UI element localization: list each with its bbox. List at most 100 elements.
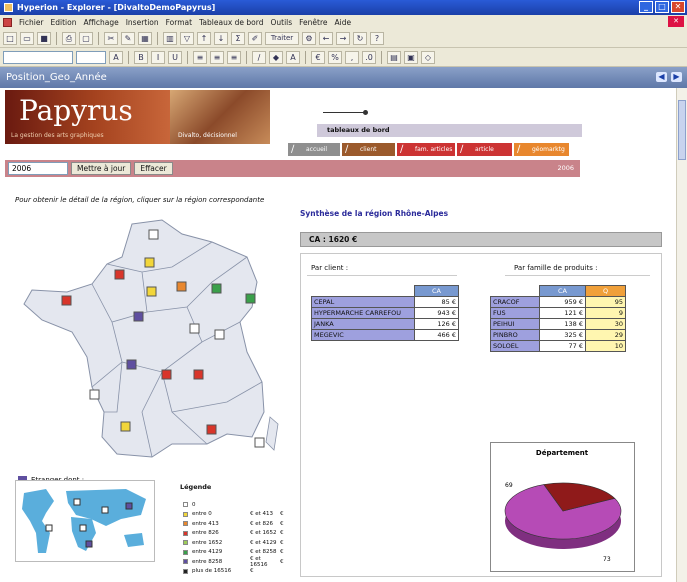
client-ca: 943 €: [414, 307, 459, 319]
region-marker[interactable]: [144, 257, 155, 268]
chart-icon[interactable]: ▥: [163, 31, 177, 45]
region-marker[interactable]: [114, 269, 125, 280]
table-row[interactable]: FUS 121 €9: [490, 307, 626, 319]
region-marker[interactable]: [206, 424, 217, 435]
menu-format[interactable]: Format: [166, 18, 192, 27]
close-button[interactable]: ✕: [671, 1, 685, 13]
next-section-icon[interactable]: ▶: [671, 72, 682, 82]
region-marker[interactable]: [254, 437, 265, 448]
country-marker[interactable]: [85, 540, 93, 548]
new-icon[interactable]: □: [3, 31, 17, 45]
maximize-button[interactable]: □: [655, 1, 669, 13]
traiter-button[interactable]: Traiter: [265, 31, 299, 45]
currency-icon[interactable]: €: [311, 50, 325, 64]
region-marker[interactable]: [176, 281, 187, 292]
layout-icon[interactable]: ▣: [404, 50, 418, 64]
underline-icon[interactable]: U: [168, 50, 182, 64]
back-icon[interactable]: ←: [319, 31, 333, 45]
sum-icon[interactable]: Σ: [231, 31, 245, 45]
pen-icon[interactable]: ✐: [248, 31, 262, 45]
country-marker[interactable]: [73, 498, 81, 506]
table-row[interactable]: MEGEVIC 466 €: [311, 329, 459, 341]
bold-icon[interactable]: B: [134, 50, 148, 64]
region-marker[interactable]: [161, 369, 172, 380]
menu-affichage[interactable]: Affichage: [83, 18, 118, 27]
filter-icon[interactable]: ▽: [180, 31, 194, 45]
previous-section-icon[interactable]: ◀: [656, 72, 667, 82]
region-marker[interactable]: [189, 323, 200, 334]
tab-article[interactable]: ∕ article: [457, 143, 512, 156]
tab-fam-articles[interactable]: ∕ fam. articles: [397, 143, 455, 156]
region-marker[interactable]: [146, 286, 157, 297]
update-button[interactable]: Mettre à jour: [71, 162, 132, 175]
save-icon[interactable]: ■: [37, 31, 51, 45]
region-marker[interactable]: [193, 369, 204, 380]
sort-asc-icon[interactable]: ↑: [197, 31, 211, 45]
menu-aide[interactable]: Aide: [335, 18, 352, 27]
menu-outils[interactable]: Outils: [270, 18, 292, 27]
table-row[interactable]: HYPERMARCHE CARREFOU 943 €: [311, 307, 459, 319]
region-marker[interactable]: [211, 283, 222, 294]
font-combo[interactable]: [3, 50, 73, 64]
line-color-icon[interactable]: ∕: [252, 50, 266, 64]
menu-fenetre[interactable]: Fenêtre: [299, 18, 327, 27]
italic-icon[interactable]: I: [151, 50, 165, 64]
country-marker[interactable]: [45, 524, 53, 532]
vertical-scrollbar[interactable]: [676, 88, 687, 582]
region-marker[interactable]: [214, 329, 225, 340]
region-marker[interactable]: [245, 293, 256, 304]
menu-insertion[interactable]: Insertion: [126, 18, 159, 27]
comma-icon[interactable]: ,: [345, 50, 359, 64]
family-qty: 9: [585, 307, 626, 319]
align-right-icon[interactable]: ≡: [227, 50, 241, 64]
table-row[interactable]: JANKA 126 €: [311, 318, 459, 330]
table-icon[interactable]: ▦: [138, 31, 152, 45]
objects-icon[interactable]: ◇: [421, 50, 435, 64]
help-icon[interactable]: ?: [370, 31, 384, 45]
nav-tabs: ∕ accueil ∕ client ∕ fam. articles ∕ article…: [288, 143, 569, 156]
refresh-icon[interactable]: ↻: [353, 31, 367, 45]
clear-button[interactable]: Effacer: [134, 162, 173, 175]
tab-accueil[interactable]: ∕ accueil: [288, 143, 340, 156]
preview-icon[interactable]: ▢: [79, 31, 93, 45]
region-marker[interactable]: [133, 311, 144, 322]
menu-edition[interactable]: Edition: [51, 18, 77, 27]
table-row[interactable]: PEIHUI 138 €30: [490, 318, 626, 330]
sort-desc-icon[interactable]: ↓: [214, 31, 228, 45]
percent-icon[interactable]: %: [328, 50, 342, 64]
menu-fichier[interactable]: Fichier: [19, 18, 44, 27]
tab-geomarktg[interactable]: ∕ géomarktg: [514, 143, 569, 156]
minimize-button[interactable]: _: [639, 1, 653, 13]
settings-icon[interactable]: ⚙: [302, 31, 316, 45]
region-marker[interactable]: [120, 421, 131, 432]
region-marker[interactable]: [89, 389, 100, 400]
menu-tableaux-de-bord[interactable]: Tableaux de bord: [199, 18, 263, 27]
country-marker[interactable]: [79, 524, 87, 532]
fill-color-icon[interactable]: ◆: [269, 50, 283, 64]
document-close-button[interactable]: ✕: [668, 16, 684, 27]
tab-client[interactable]: ∕ client: [342, 143, 395, 156]
table-row[interactable]: PINBRO 325 €29: [490, 329, 626, 341]
size-combo[interactable]: [76, 50, 106, 64]
chart-type-icon[interactable]: ▤: [387, 50, 401, 64]
region-marker[interactable]: [61, 295, 72, 306]
print-icon[interactable]: ⎙: [62, 31, 76, 45]
country-marker[interactable]: [101, 506, 109, 514]
edit-icon[interactable]: ✎: [121, 31, 135, 45]
table-row[interactable]: CEPAL 85 €: [311, 296, 459, 308]
forward-icon[interactable]: →: [336, 31, 350, 45]
open-icon[interactable]: ▭: [20, 31, 34, 45]
font-grow-icon[interactable]: A: [109, 50, 123, 64]
align-center-icon[interactable]: ≡: [210, 50, 224, 64]
decimal-icon[interactable]: .0: [362, 50, 376, 64]
table-row[interactable]: CRACOF 959 €95: [490, 296, 626, 308]
font-color-icon[interactable]: A: [286, 50, 300, 64]
cut-icon[interactable]: ✂: [104, 31, 118, 45]
country-marker[interactable]: [125, 502, 133, 510]
region-marker[interactable]: [126, 359, 137, 370]
scrollbar-thumb[interactable]: [678, 100, 686, 160]
align-left-icon[interactable]: ≡: [193, 50, 207, 64]
region-marker[interactable]: [148, 229, 159, 240]
year-input[interactable]: [8, 162, 68, 175]
table-row[interactable]: SOLOEL 77 €10: [490, 340, 626, 352]
